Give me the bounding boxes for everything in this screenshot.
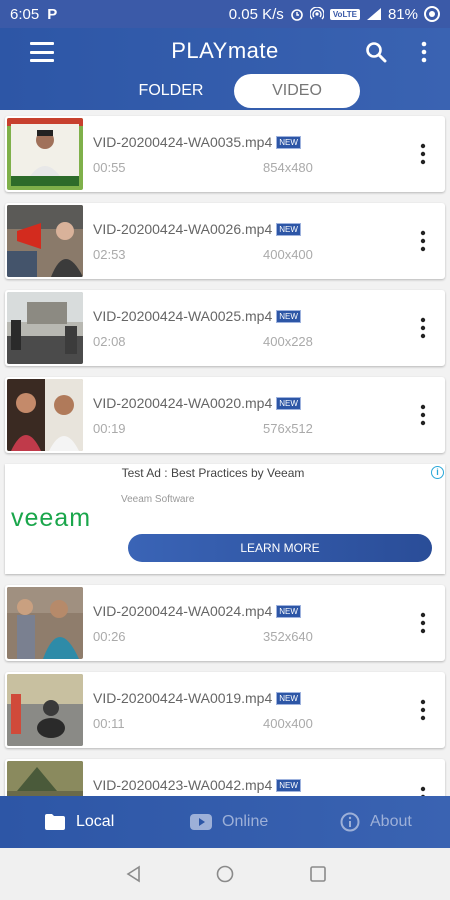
video-thumbnail <box>7 379 83 451</box>
video-item[interactable]: VID-20200424-WA0019.mp4 NEW 00:11 400x400 <box>5 672 445 748</box>
video-duration: 02:53 <box>93 247 126 262</box>
ad-info-icon[interactable]: i <box>431 466 444 479</box>
video-thumbnail <box>7 118 83 190</box>
ad-advertiser: Veeam Software <box>121 494 195 505</box>
video-filename: VID-20200424-WA0019.mp4 <box>93 690 273 706</box>
nav-local-label: Local <box>76 813 115 830</box>
item-more-icon[interactable] <box>413 611 433 635</box>
info-icon <box>340 812 360 832</box>
video-resolution: 576x512 <box>263 421 313 436</box>
item-more-icon[interactable] <box>413 785 433 796</box>
video-name: VID-20200424-WA0035.mp4 NEW <box>93 134 301 150</box>
video-duration: 00:19 <box>93 421 126 436</box>
more-options-icon[interactable] <box>418 40 430 64</box>
video-resolution: 400x400 <box>263 716 313 731</box>
nav-online-label: Online <box>222 813 269 830</box>
video-item[interactable]: VID-20200424-WA0024.mp4 NEW 00:26 352x640 <box>5 585 445 661</box>
video-resolution: 400x228 <box>263 334 313 349</box>
nav-online[interactable]: Online <box>190 796 268 848</box>
new-badge: NEW <box>276 310 301 323</box>
status-right: 0.05 K/s VoLTE 81% <box>229 6 440 23</box>
back-icon[interactable] <box>124 864 144 884</box>
video-name: VID-20200424-WA0025.mp4 NEW <box>93 308 301 324</box>
video-name: VID-20200424-WA0019.mp4 NEW <box>93 690 301 706</box>
network-speed: 0.05 K/s <box>228 5 284 23</box>
video-item[interactable]: VID-20200424-WA0035.mp4 NEW 00:55 854x480 <box>5 116 445 192</box>
tab-video[interactable]: VIDEO <box>234 74 360 108</box>
video-item[interactable]: VID-20200423-WA0042.mp4 NEW <box>5 759 445 796</box>
video-thumbnail <box>7 205 83 277</box>
app-header: PLAYmate FOLDER VIDEO <box>0 28 450 110</box>
bottom-nav: Local Online About <box>0 796 450 848</box>
menu-button[interactable] <box>30 42 54 62</box>
ad-logo: veeam <box>11 504 92 532</box>
search-icon[interactable] <box>364 40 388 64</box>
alarm-icon <box>291 9 303 21</box>
menu-icon-bar <box>30 50 54 54</box>
tab-bar: FOLDER VIDEO <box>0 74 450 108</box>
item-more-icon[interactable] <box>413 142 433 166</box>
item-more-icon[interactable] <box>413 698 433 722</box>
video-name: VID-20200424-WA0020.mp4 NEW <box>93 395 301 411</box>
new-badge: NEW <box>276 223 301 236</box>
recents-icon[interactable] <box>308 864 328 884</box>
menu-icon-bar <box>30 42 54 45</box>
video-item[interactable]: VID-20200424-WA0020.mp4 NEW 00:19 576x512 <box>5 377 445 453</box>
video-resolution: 854x480 <box>263 160 313 175</box>
battery-saver-icon <box>424 6 440 22</box>
video-filename: VID-20200424-WA0035.mp4 <box>93 134 273 150</box>
battery-level: 81% <box>387 5 418 23</box>
status-bar: 6:05 P 0.05 K/s VoLTE 81% <box>0 0 450 28</box>
folder-icon <box>45 814 65 830</box>
nav-local[interactable]: Local <box>44 796 114 848</box>
video-name: VID-20200424-WA0026.mp4 NEW <box>93 221 301 237</box>
video-filename: VID-20200423-WA0042.mp4 <box>93 777 273 793</box>
new-badge: NEW <box>276 779 301 792</box>
nav-about[interactable]: About <box>340 796 412 848</box>
video-item[interactable]: VID-20200424-WA0025.mp4 NEW 02:08 400x228 <box>5 290 445 366</box>
video-thumbnail <box>7 587 83 659</box>
video-thumbnail <box>7 292 83 364</box>
home-icon[interactable] <box>215 864 235 884</box>
menu-icon-bar <box>30 59 54 62</box>
video-resolution: 400x400 <box>263 247 313 262</box>
notification-p-icon: P <box>47 5 58 23</box>
video-filename: VID-20200424-WA0020.mp4 <box>93 395 273 411</box>
item-more-icon[interactable] <box>413 316 433 340</box>
item-more-icon[interactable] <box>413 403 433 427</box>
video-filename: VID-20200424-WA0024.mp4 <box>93 603 273 619</box>
video-filename: VID-20200424-WA0025.mp4 <box>93 308 273 324</box>
new-badge: NEW <box>276 397 301 410</box>
video-name: VID-20200423-WA0042.mp4 NEW <box>93 777 301 793</box>
system-nav-bar <box>0 848 450 900</box>
video-item[interactable]: VID-20200424-WA0026.mp4 NEW 02:53 400x400 <box>5 203 445 279</box>
volte-badge: VoLTE <box>329 8 360 20</box>
youtube-icon <box>190 814 212 830</box>
new-badge: NEW <box>276 692 301 705</box>
new-badge: NEW <box>276 605 301 618</box>
ad-learn-more-button[interactable]: LEARN MORE <box>128 534 432 562</box>
tab-folder[interactable]: FOLDER <box>100 74 242 108</box>
video-duration: 00:26 <box>93 629 126 644</box>
nav-about-label: About <box>370 813 412 830</box>
hotspot-icon <box>309 7 324 20</box>
video-resolution: 352x640 <box>263 629 313 644</box>
video-duration: 02:08 <box>93 334 126 349</box>
status-time: 6:05 <box>10 5 40 23</box>
video-duration: 00:55 <box>93 160 126 175</box>
video-list[interactable]: VID-20200424-WA0035.mp4 NEW 00:55 854x480… <box>0 110 450 796</box>
new-badge: NEW <box>276 136 301 149</box>
video-thumbnail <box>7 674 83 746</box>
item-more-icon[interactable] <box>413 229 433 253</box>
video-thumbnail <box>7 761 83 796</box>
video-filename: VID-20200424-WA0026.mp4 <box>93 221 273 237</box>
video-name: VID-20200424-WA0024.mp4 NEW <box>93 603 301 619</box>
signal-icon <box>366 8 381 20</box>
ad-banner[interactable]: Test Ad : Best Practices by Veeam i Veea… <box>5 464 445 574</box>
ad-title: Test Ad : Best Practices by Veeam <box>121 466 305 480</box>
video-duration: 00:11 <box>93 716 125 731</box>
